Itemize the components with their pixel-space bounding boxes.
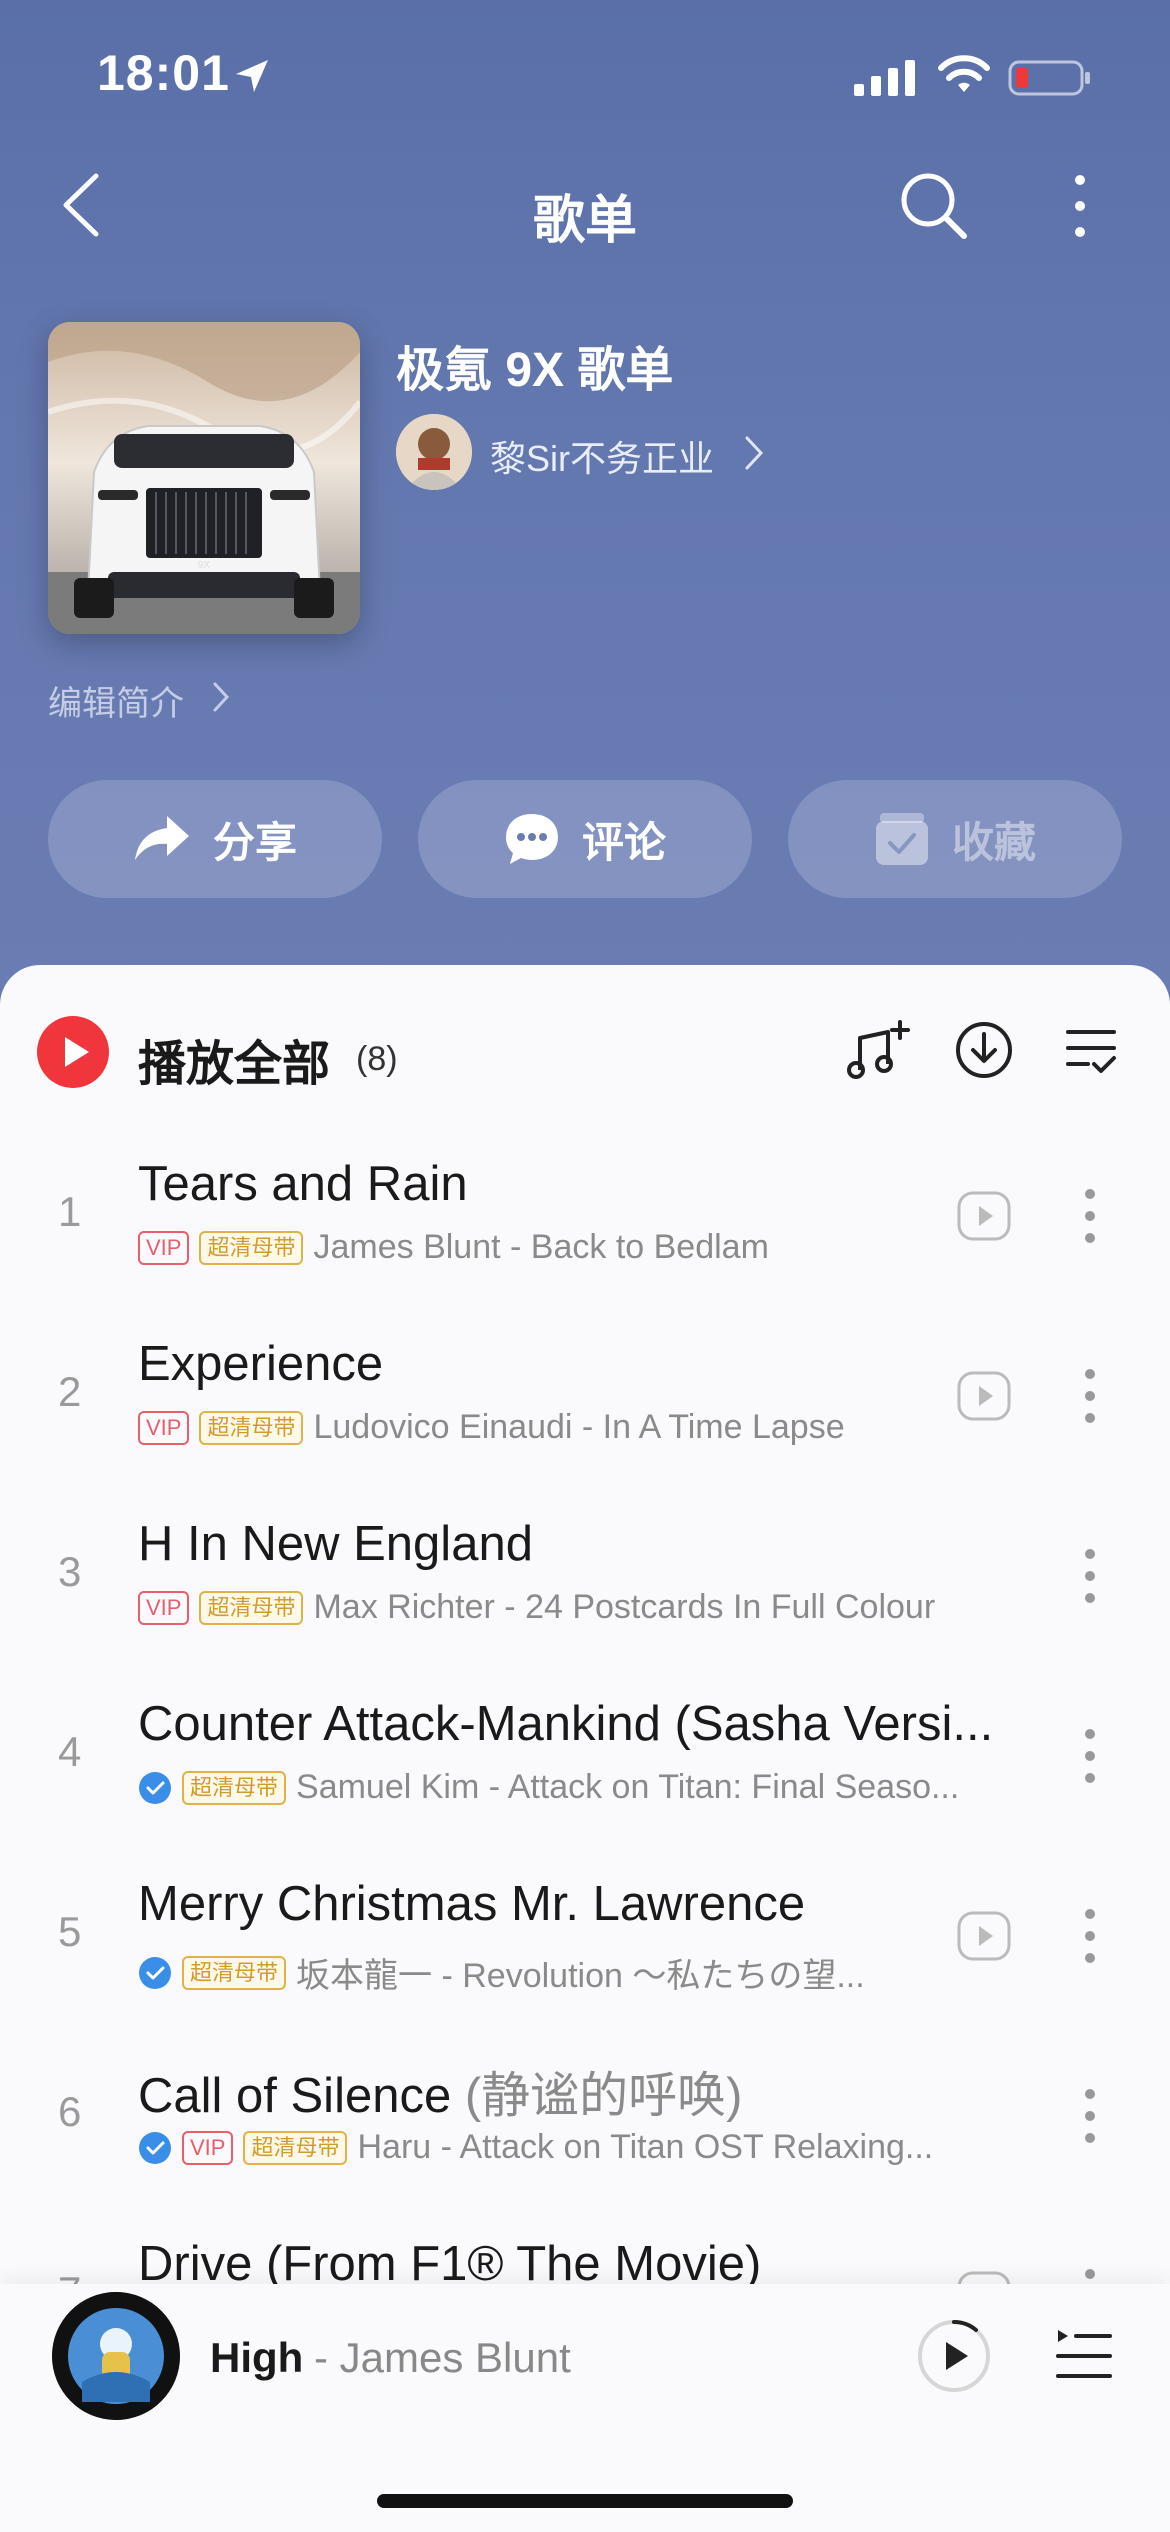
now-playing-album-art[interactable] [52,2292,180,2420]
song-artist-album: Samuel Kim - Attack on Titan: Final Seas… [296,1768,960,1806]
more-vertical-icon[interactable] [1080,1184,1100,1248]
play-all-icon[interactable] [36,1015,110,1089]
download-icon[interactable] [954,1020,1014,1080]
song-artist-album: Haru - Attack on Titan OST Relaxing... [357,2128,934,2166]
more-vertical-icon[interactable] [1080,1724,1100,1788]
song-row[interactable]: 5 Merry Christmas Mr. Lawrence 超清母带 坂本龍一… [0,1846,1170,2026]
more-vertical-icon[interactable] [1080,2084,1100,2148]
hq-master-badge: 超清母带 [199,1410,304,1445]
song-title: Tears and Rain [138,1157,468,1211]
song-row[interactable]: 1 Tears and Rain VIP 超清母带 James Blunt - … [0,1126,1170,1306]
share-label: 分享 [212,818,297,866]
now-playing-artist: - James Blunt [314,2334,571,2381]
song-row[interactable]: 3 H In New England VIP 超清母带 Max Richter … [0,1486,1170,1666]
wifi-icon [938,55,990,92]
hq-master-badge: 超清母带 [199,1230,304,1265]
vip-badge: VIP [138,1590,190,1625]
mv-play-icon[interactable] [956,1908,1012,1964]
song-row[interactable]: 6 Call of Silence (静谧的呼唤) VIP 超清母带 Haru … [0,2026,1170,2206]
verified-check-icon [139,1771,171,1804]
song-artist-album: Max Richter - 24 Postcards In Full Colou… [313,1588,936,1626]
chevron-right-icon[interactable] [210,680,232,714]
more-vertical-icon[interactable] [1062,170,1098,242]
more-vertical-icon[interactable] [1080,1364,1100,1428]
song-meta: VIP 超清母带 Haru - Attack on Titan OST Rela… [138,2128,933,2167]
hq-master-badge: 超清母带 [199,1590,304,1625]
playlist-queue-icon[interactable] [1054,2324,1114,2384]
mv-play-icon[interactable] [956,1368,1012,1424]
location-arrow-icon [236,60,268,92]
more-vertical-icon[interactable] [1080,1544,1100,1608]
play-all-button[interactable]: 播放全部 [138,1024,330,1094]
song-artist-album: 坂本龍一 - Revolution ～私たちの望... [296,1957,865,1995]
cellular-signal-icon [854,60,915,96]
hq-master-badge: 超清母带 [243,2130,348,2165]
battery-low-icon [1008,60,1090,96]
now-playing-title: High [210,2334,304,2381]
playlist-cover-image[interactable]: 9X [48,322,360,634]
song-title-main: Call of Silence [138,2069,465,2123]
verified-check-icon [139,2131,171,2164]
chevron-right-icon[interactable] [742,434,766,472]
song-meta: VIP 超清母带 Max Richter - 24 Postcards In F… [138,1588,935,1627]
song-number: 5 [58,1908,82,1955]
song-title: Merry Christmas Mr. Lawrence [138,1877,806,1931]
manage-list-icon[interactable] [1066,1024,1118,1076]
author-avatar[interactable] [396,414,472,490]
song-title: H In New England [138,1517,533,1571]
more-vertical-icon[interactable] [1080,1904,1100,1968]
status-bar: 18:01 [0,0,1170,150]
mv-play-icon[interactable] [956,1188,1012,1244]
page-title: 歌单 [532,192,637,250]
vip-badge: VIP [138,1230,190,1265]
song-meta: VIP 超清母带 Ludovico Einaudi - In A Time La… [138,1408,845,1447]
vip-badge: VIP [138,1410,190,1445]
song-title-translation: (静谧的呼唤) [464,2069,743,2123]
vip-badge: VIP [182,2130,234,2165]
comment-label: 评论 [581,818,666,866]
collect-label: 收藏 [951,818,1036,866]
comment-button[interactable]: 评论 [418,780,752,898]
collect-folder-icon [875,813,928,865]
song-row[interactable]: 4 Counter Attack-Mankind (Sasha Versi...… [0,1666,1170,1846]
song-row[interactable]: 2 Experience VIP 超清母带 Ludovico Einaudi -… [0,1306,1170,1486]
song-artist-album: Ludovico Einaudi - In A Time Lapse [313,1408,845,1446]
status-time: 18:01 [97,45,230,101]
hq-master-badge: 超清母带 [182,1955,287,1990]
author-name[interactable]: 黎Sir不务正业 [490,430,714,482]
song-number: 3 [58,1548,82,1595]
song-number: 2 [58,1368,82,1415]
song-meta: VIP 超清母带 James Blunt - Back to Bedlam [138,1228,769,1267]
song-title: Counter Attack-Mankind (Sasha Versi... [138,1697,994,1751]
home-indicator [377,2494,793,2508]
play-icon[interactable] [916,2318,992,2394]
song-number: 4 [58,1728,82,1775]
song-number: 1 [58,1188,82,1235]
hq-master-badge: 超清母带 [182,1770,287,1805]
collect-button[interactable]: 收藏 [788,780,1122,898]
comment-icon [505,814,558,864]
music-note-add-icon[interactable] [846,1020,910,1084]
song-number: 6 [58,2088,82,2135]
song-title: Experience [138,1337,384,1391]
song-title: Call of Silence (静谧的呼唤) [138,2056,742,2127]
verified-check-icon [139,1956,171,1989]
cover-badge: 9X [198,560,211,571]
search-icon[interactable] [898,170,970,242]
song-meta: 超清母带 Samuel Kim - Attack on Titan: Final… [138,1768,959,1807]
share-icon [134,816,189,860]
song-artist-album: James Blunt - Back to Bedlam [313,1228,769,1266]
edit-intro-link[interactable]: 编辑简介 [48,676,184,725]
playlist-title: 极氪 9X 歌单 [396,344,674,397]
share-button[interactable]: 分享 [48,780,382,898]
song-count: (8) [356,1040,398,1078]
song-meta: 超清母带 坂本龍一 - Revolution ～私たちの望... [138,1948,865,1997]
